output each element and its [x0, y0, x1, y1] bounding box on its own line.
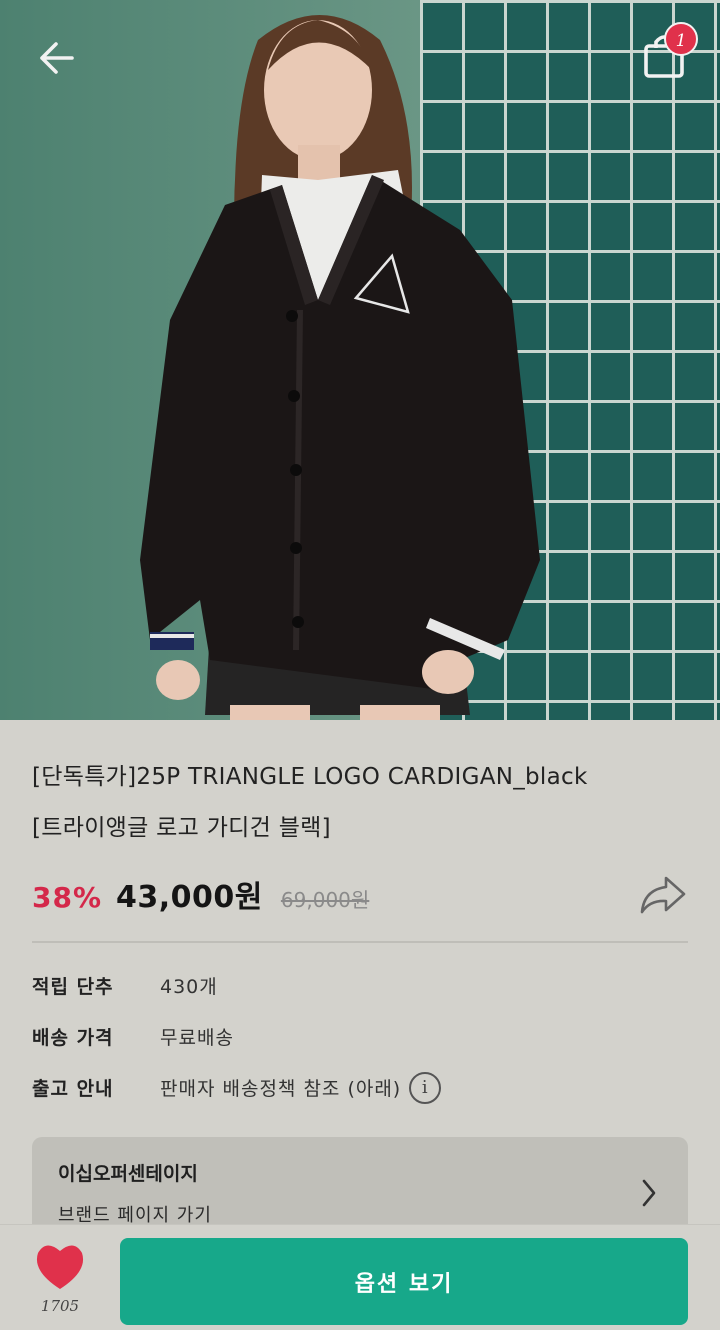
info-label: 출고 안내 — [32, 1078, 114, 1100]
share-arrow-icon — [640, 876, 686, 914]
divider — [32, 941, 688, 943]
product-info-list: 적립 단추 430개 배송 가격 무료배송 출고 안내 판매자 배송정책 참조 … — [32, 960, 682, 1113]
info-row-dispatch: 출고 안내 판매자 배송정책 참조 (아래) i — [32, 1062, 682, 1113]
info-label: 적립 단추 — [32, 976, 114, 998]
info-row-points: 적립 단추 430개 — [32, 960, 682, 1011]
product-title-line1: [단독특가]25P TRIANGLE LOGO CARDIGAN_black — [32, 764, 588, 790]
brand-name: 이십오퍼센테이지 — [58, 1163, 198, 1185]
info-icon[interactable]: i — [409, 1071, 442, 1104]
product-photo — [0, 0, 720, 720]
info-value: 판매자 배송정책 참조 (아래) — [160, 1078, 402, 1100]
sale-price: 43,000원 — [116, 880, 263, 915]
info-value: 430개 — [160, 976, 218, 998]
share-button[interactable] — [636, 872, 690, 918]
view-options-button[interactable]: 옵션 보기 — [120, 1238, 688, 1325]
product-image[interactable] — [0, 0, 720, 720]
arrow-left-icon — [40, 42, 74, 74]
discount-rate: 38% — [32, 881, 103, 914]
back-button[interactable] — [30, 34, 82, 82]
original-price: 69,000원 — [280, 888, 370, 912]
info-row-shipping: 배송 가격 무료배송 — [32, 1011, 682, 1062]
chevron-right-icon — [642, 1179, 656, 1207]
info-label: 배송 가격 — [32, 1027, 114, 1049]
price-row: 38% 43,000원 69,000원 — [32, 872, 652, 918]
info-value-wrap: 판매자 배송정책 참조 (아래) i — [160, 1071, 442, 1104]
info-value: 무료배송 — [160, 1027, 234, 1049]
bottom-action-bar: 1705 옵션 보기 — [0, 1224, 720, 1330]
product-title: [단독특가]25P TRIANGLE LOGO CARDIGAN_black [… — [32, 752, 692, 854]
heart-icon — [36, 1245, 84, 1289]
product-title-line2: [트라이앵글 로고 가디건 블랙] — [32, 815, 331, 841]
like-button[interactable] — [28, 1237, 92, 1297]
cart-count-badge: 1 — [664, 22, 698, 56]
like-count: 1705 — [40, 1297, 80, 1315]
